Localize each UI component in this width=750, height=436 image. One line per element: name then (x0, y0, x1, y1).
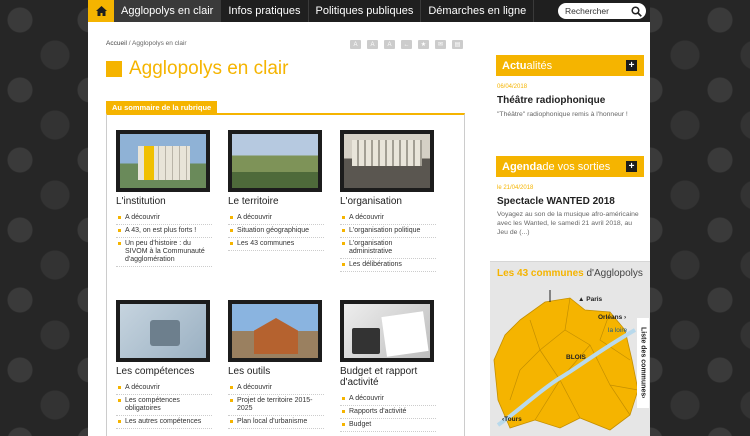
agenda-desc: Voyagez au son de la musique afro-améric… (497, 211, 639, 236)
communes-map[interactable] (490, 290, 640, 436)
page-title: Agglopolys en clair (106, 58, 288, 80)
card-image[interactable] (228, 300, 322, 362)
map-label-paris: ▲ Paris (578, 296, 603, 303)
card-territoire: Le territoire A découvrir Situation géog… (228, 130, 324, 251)
map-label-loire: la loire (608, 327, 628, 334)
title-square-icon (106, 61, 122, 77)
card-institution: L'institution A découvrir A 43, on est p… (116, 130, 212, 267)
font-reset-icon[interactable]: A (384, 40, 395, 49)
card-image[interactable] (116, 300, 210, 362)
font-decrease-icon[interactable]: A (350, 40, 361, 49)
nav-item-politiques-publiques[interactable]: Politiques publiques (309, 0, 422, 22)
card-budget: Budget et rapport d'activité A découvrir… (340, 300, 436, 432)
card-title[interactable]: Les compétences (116, 366, 212, 377)
favorite-icon[interactable]: ★ (418, 40, 429, 49)
news-date: 06/04/2018 (497, 84, 528, 90)
card-image[interactable] (228, 130, 322, 192)
nav-item-demarches[interactable]: Démarches en ligne (421, 0, 535, 22)
card-link[interactable]: Plan local d'urbanisme (228, 416, 324, 429)
breadcrumb-home[interactable]: Accueil (106, 40, 127, 47)
card-image[interactable] (340, 300, 434, 362)
map-label-orleans: Orléans › (598, 314, 627, 321)
card-link[interactable]: A découvrir (228, 212, 324, 225)
card-link[interactable]: A découvrir (340, 393, 436, 406)
communes-list-tab[interactable]: Liste des communes › (637, 318, 649, 408)
card-link[interactable]: L'organisation administrative (340, 238, 436, 259)
home-icon (95, 6, 107, 16)
card-link[interactable]: Les 43 communes (228, 238, 324, 251)
search-icon[interactable] (631, 5, 642, 17)
card-outils: Les outils A découvrir Projet de territo… (228, 300, 324, 429)
chevron-right-icon: › (639, 396, 647, 399)
breadcrumb-current: Agglopolys en clair (132, 40, 187, 47)
card-link[interactable]: A découvrir (228, 382, 324, 395)
card-image[interactable] (116, 130, 210, 192)
news-title[interactable]: Théâtre radiophonique (497, 95, 605, 106)
card-link[interactable]: Les compétences obligatoires (116, 395, 212, 416)
card-link[interactable]: L'organisation politique (340, 225, 436, 238)
card-link[interactable]: A découvrir (340, 212, 436, 225)
font-increase-icon[interactable]: A (367, 40, 378, 49)
card-link[interactable]: Rapports d'activité (340, 406, 436, 419)
nav-item-infos-pratiques[interactable]: Infos pratiques (221, 0, 309, 22)
home-button[interactable] (88, 0, 114, 22)
map-title: Les 43 communes d'Agglopolys (497, 268, 643, 279)
right-arrow-icon: › (622, 314, 627, 321)
card-organisation: L'organisation A découvrir L'organisatio… (340, 130, 436, 272)
agenda-title[interactable]: Spectacle WANTED 2018 (497, 196, 615, 207)
mail-icon[interactable]: ✉ (435, 40, 446, 49)
breadcrumb: Accueil / Agglopolys en clair (106, 40, 187, 47)
search-input[interactable] (565, 6, 631, 16)
card-link[interactable]: Projet de territoire 2015-2025 (228, 395, 324, 416)
map-label-blois: BLOIS (566, 354, 586, 361)
card-image[interactable] (340, 130, 434, 192)
plus-icon[interactable]: + (626, 161, 637, 172)
news-header[interactable]: Actu alités + (496, 55, 644, 76)
back-icon[interactable]: ← (401, 40, 412, 49)
agenda-date: le 21/04/2018 (497, 185, 534, 191)
card-link[interactable]: Un peu d'histoire : du SIVOM à la Commun… (116, 238, 212, 267)
search-box (558, 3, 646, 19)
card-link[interactable]: A 43, on est plus forts ! (116, 225, 212, 238)
plus-icon[interactable]: + (626, 60, 637, 71)
card-title[interactable]: L'institution (116, 196, 212, 207)
card-link[interactable]: Situation géographique (228, 225, 324, 238)
card-title[interactable]: Le territoire (228, 196, 324, 207)
card-competences: Les compétences A découvrir Les compéten… (116, 300, 212, 429)
card-link[interactable]: A découvrir (116, 212, 212, 225)
card-title[interactable]: L'organisation (340, 196, 436, 207)
card-link[interactable]: A découvrir (116, 382, 212, 395)
summary-label: Au sommaire de la rubrique (106, 101, 218, 113)
card-title[interactable]: Budget et rapport d'activité (340, 366, 436, 388)
card-title[interactable]: Les outils (228, 366, 324, 377)
main-nav: Agglopolys en clair Infos pratiques Poli… (88, 0, 650, 22)
card-link[interactable]: Les autres compétences (116, 416, 212, 429)
map-label-tours: ‹Tours (502, 416, 522, 423)
print-icon[interactable]: ▤ (452, 40, 463, 49)
nav-item-agglopolys[interactable]: Agglopolys en clair (114, 0, 222, 22)
page-tools: A A A ← ★ ✉ ▤ (350, 40, 463, 49)
up-arrow-icon: ▲ (578, 296, 587, 303)
card-link[interactable]: Les délibérations (340, 259, 436, 272)
news-desc: "Théâtre" radiophonique remis à l'honneu… (497, 111, 628, 118)
agenda-header[interactable]: Agenda de vos sorties + (496, 156, 644, 177)
card-link[interactable]: Budget (340, 419, 436, 432)
